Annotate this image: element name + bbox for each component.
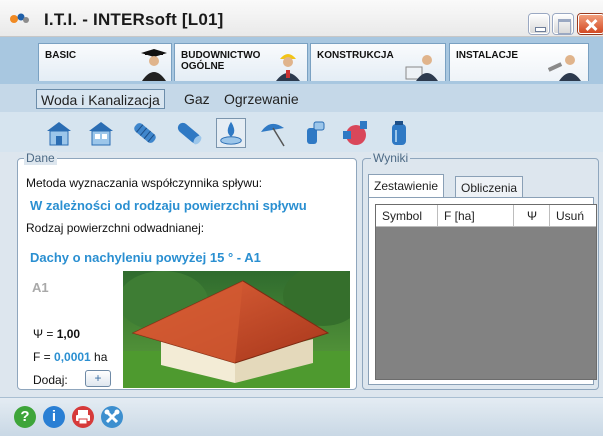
pipe-icon[interactable] (174, 118, 204, 148)
tank-icon[interactable] (384, 118, 414, 148)
tab-konstrukcja-label: KONSTRUKCJA (317, 50, 394, 61)
tab-budownictwo[interactable]: BUDOWNICTWO OGÓLNE (174, 43, 308, 81)
app-logo-icon (10, 13, 29, 23)
surface-value-link[interactable]: Dachy o nachyleniu powyżej 15 ° - A1 (30, 250, 261, 265)
surface-code: A1 (32, 280, 49, 295)
surface-label: Rodzaj powierzchni odwadnianej: (26, 221, 205, 235)
tab-basic[interactable]: BASIC (38, 43, 172, 81)
engineer-person-icon (405, 55, 438, 81)
zestawienie-panel: Symbol F [ha] Ψ Usuń (368, 197, 597, 385)
window-title: I.T.I. - INTERsoft [L01] (44, 10, 224, 29)
column-usun[interactable]: Usuń (550, 205, 596, 226)
method-value-link[interactable]: W zależności od rodzaju powierzchni spły… (30, 198, 307, 213)
tab-ogrzewanie[interactable]: Ogrzewanie (220, 89, 303, 109)
corrugated-pipe-icon[interactable] (130, 118, 160, 148)
tab-basic-label: BASIC (45, 50, 77, 61)
method-label: Metoda wyznaczania współczynnika spływu: (26, 176, 263, 190)
house-water-icon[interactable] (44, 118, 74, 148)
psi-readout: Ψ = 1,00 (33, 327, 80, 341)
tab-instalacje[interactable]: INSTALACJE (449, 43, 589, 81)
psi-value: 1,00 (56, 327, 81, 341)
minimize-button[interactable] (529, 14, 549, 34)
wyniki-legend: Wyniki (371, 151, 411, 165)
house-drain-icon[interactable] (86, 118, 116, 148)
maximize-button[interactable] (553, 14, 573, 34)
results-table-header: Symbol F [ha] Ψ Usuń (376, 205, 596, 227)
f-label: F = (33, 350, 55, 364)
pipe-fitting-icon[interactable] (300, 118, 330, 148)
add-button[interactable]: + (85, 370, 111, 387)
builder-person-icon (276, 54, 300, 81)
f-unit: ha (90, 350, 108, 364)
house-roof-illustration (123, 271, 350, 388)
plumber-person-icon (548, 55, 581, 81)
tab-zestawienie[interactable]: Zestawienie (368, 174, 445, 198)
graduate-person-icon (141, 49, 167, 81)
dane-legend: Dane (24, 151, 57, 165)
tab-instalacje-label: INSTALACJE (456, 50, 519, 61)
bottom-toolbar: ? i (0, 397, 603, 436)
help-icon[interactable]: ? (14, 406, 36, 428)
f-value[interactable]: 0,0001 (54, 350, 91, 364)
tab-konstrukcja[interactable]: KONSTRUKCJA (310, 43, 446, 81)
column-symbol[interactable]: Symbol (376, 205, 438, 226)
tools-icon[interactable] (101, 406, 123, 428)
print-icon[interactable] (72, 406, 94, 428)
pump-icon[interactable] (340, 118, 370, 148)
dane-group: Dane Metoda wyznaczania współczynnika sp… (17, 151, 357, 390)
column-f-ha[interactable]: F [ha] (438, 205, 514, 226)
f-readout: F = 0,0001 ha (33, 350, 107, 364)
results-table[interactable]: Symbol F [ha] Ψ Usuń (375, 204, 597, 380)
umbrella-icon[interactable] (258, 118, 288, 148)
sub-tabs: Woda i Kanalizacja Gaz Ogrzewanie (0, 84, 603, 112)
tab-woda-i-kanalizacja[interactable]: Woda i Kanalizacja (36, 89, 165, 109)
main-tabs: BASIC BUDOWNICTWO OGÓLNE KONSTRUKCJA INS… (0, 37, 603, 84)
tab-obliczenia[interactable]: Obliczenia (455, 176, 524, 198)
psi-label: Ψ = (33, 327, 57, 341)
close-button[interactable] (578, 14, 603, 34)
module-toolbar (0, 112, 603, 152)
title-bar: I.T.I. - INTERsoft [L01] (0, 0, 603, 37)
wyniki-group: Wyniki Zestawienie Obliczenia Symbol F [… (362, 151, 599, 390)
add-label: Dodaj: (33, 373, 68, 387)
tab-budownictwo-label: BUDOWNICTWO OGÓLNE (181, 50, 261, 72)
info-icon[interactable]: i (43, 406, 65, 428)
column-psi[interactable]: Ψ (514, 205, 550, 226)
tab-gaz[interactable]: Gaz (180, 89, 214, 109)
rain-drop-icon[interactable] (216, 118, 246, 148)
